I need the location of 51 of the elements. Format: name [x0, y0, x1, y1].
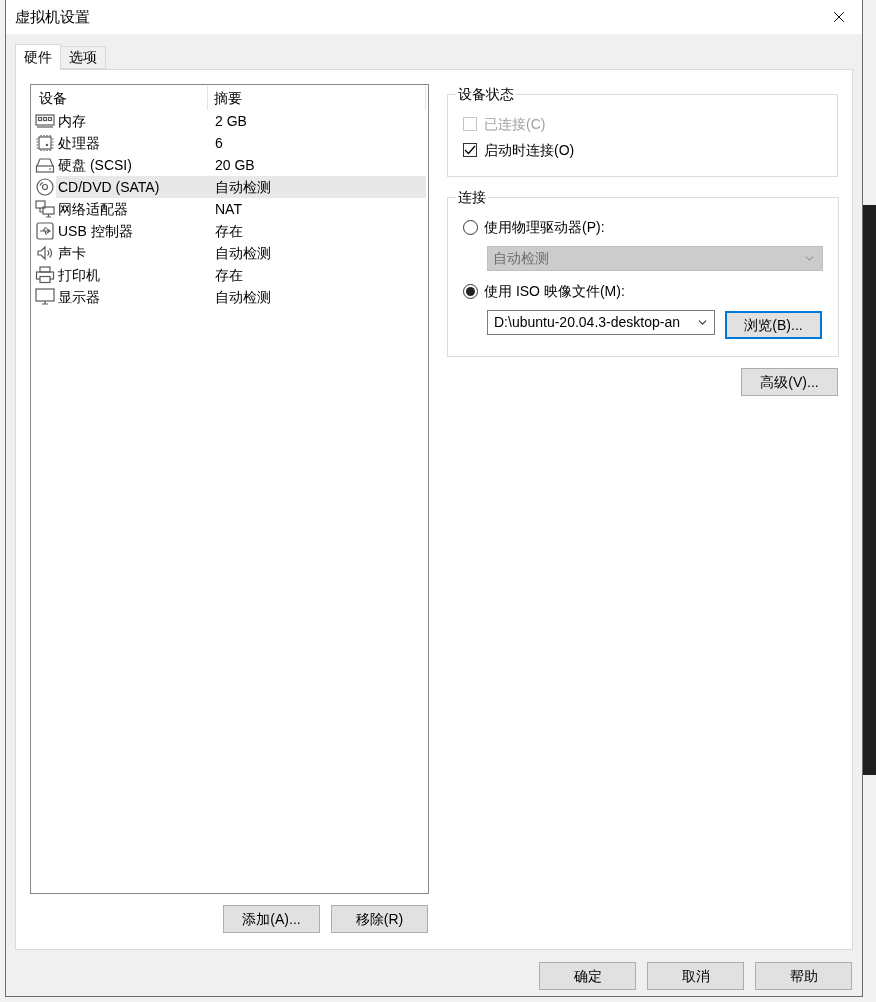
device-name: 打印机	[57, 265, 101, 285]
device-summary: 2 GB	[214, 111, 247, 131]
checkbox-label: 启动时连接(O)	[484, 140, 575, 160]
add-button[interactable]: 添加(A)...	[223, 905, 320, 933]
group-title: 设备状态	[457, 85, 515, 104]
device-summary: 自动检测	[214, 243, 271, 263]
printer-icon	[35, 266, 55, 284]
device-name: 显示器	[57, 287, 101, 307]
dropdown-value: 自动检测	[493, 249, 549, 268]
radio-label: 使用物理驱动器(P):	[484, 217, 605, 237]
ok-button[interactable]: 确定	[539, 962, 636, 990]
device-list-item[interactable]: CD/DVD (SATA) 自动检测	[56, 176, 426, 198]
window-title: 虚拟机设置	[15, 6, 90, 27]
tab[interactable]: 选项	[61, 46, 106, 69]
advanced-button[interactable]: 高级(V)...	[741, 368, 838, 396]
radio-label: 使用 ISO 映像文件(M):	[484, 281, 625, 301]
memory-module-icon	[35, 112, 55, 130]
device-name: 处理器	[57, 133, 101, 153]
chip-icon	[35, 134, 55, 152]
speaker-icon	[35, 244, 55, 262]
device-name: CD/DVD (SATA)	[57, 177, 161, 197]
device-summary: 20 GB	[214, 155, 255, 175]
monitors-icon	[35, 200, 55, 218]
device-name: USB 控制器	[57, 221, 134, 241]
monitor-icon	[35, 288, 55, 306]
path-combobox[interactable]: D:\ubuntu-20.04.3-desktop-an	[487, 310, 715, 335]
device-name: 内存	[57, 111, 87, 131]
tab[interactable]: 硬件	[15, 44, 61, 70]
group-title: 连接	[457, 188, 487, 207]
device-summary: 存在	[214, 221, 243, 241]
radio-button[interactable]	[463, 219, 478, 235]
cancel-button[interactable]: 取消	[647, 962, 744, 990]
remove-button[interactable]: 移除(R)	[331, 905, 428, 933]
help-button[interactable]: 帮助	[755, 962, 852, 990]
disc-icon	[35, 178, 55, 196]
checkbox[interactable]	[463, 143, 477, 157]
path-value: D:\ubuntu-20.04.3-desktop-an	[494, 313, 680, 332]
device-summary: 自动检测	[214, 287, 271, 307]
device-summary: 6	[214, 133, 223, 153]
browse-button[interactable]: 浏览(B)...	[725, 311, 822, 339]
check-icon	[464, 144, 476, 156]
device-summary: 自动检测	[214, 177, 271, 197]
device-name: 硬盘 (SCSI)	[57, 155, 133, 175]
device-name: 网络适配器	[57, 199, 129, 219]
checkbox-label: 已连接(C)	[484, 114, 546, 134]
usb-icon	[35, 222, 55, 240]
radio-button[interactable]	[463, 283, 478, 299]
device-name: 声卡	[57, 243, 87, 263]
hard-drive-icon	[35, 156, 55, 174]
device-summary: NAT	[214, 199, 242, 219]
device-summary: 存在	[214, 265, 243, 285]
